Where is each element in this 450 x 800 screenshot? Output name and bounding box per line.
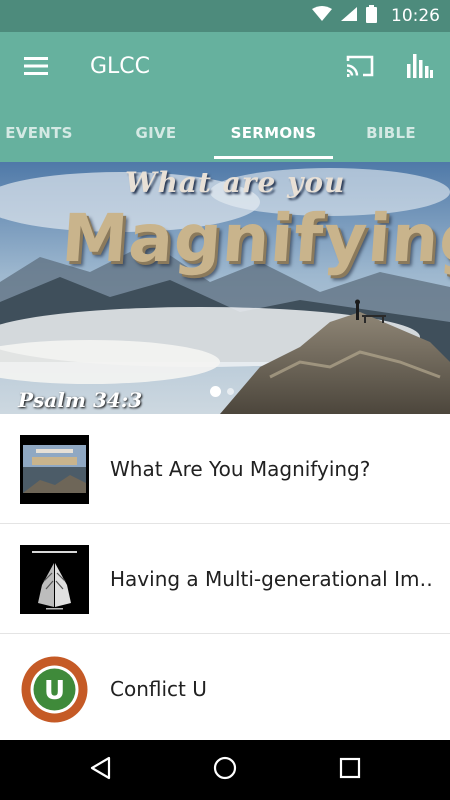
wifi-icon — [312, 6, 332, 26]
screen: 10:26 GLCC EVENTS GIVE SERMONS BIBLE Wha… — [0, 0, 450, 800]
bar-chart-icon — [407, 54, 433, 82]
system-nav-bar — [0, 740, 450, 800]
tab-sermons[interactable]: SERMONS — [214, 104, 333, 162]
status-time: 10:26 — [391, 6, 440, 26]
cast-button[interactable] — [336, 44, 384, 92]
recents-icon — [339, 757, 361, 783]
hero-tagline: What are you — [125, 166, 346, 199]
list-item[interactable]: Having a Multi-generational Im… — [0, 524, 450, 634]
list-item[interactable]: What Are You Magnifying? — [0, 414, 450, 524]
tab-label: SERMONS — [230, 124, 317, 142]
menu-button[interactable] — [12, 44, 60, 92]
pager-dots — [210, 386, 234, 397]
cast-icon — [345, 54, 375, 82]
hero-scripture-reference: Psalm 34:3 — [18, 388, 143, 412]
svg-text:U: U — [44, 676, 65, 706]
sermon-title: Conflict U — [110, 677, 207, 701]
home-icon — [213, 756, 237, 784]
tab-label: EVENTS — [5, 124, 73, 142]
tab-bar: EVENTS GIVE SERMONS BIBLE — [0, 104, 450, 162]
tab-events[interactable]: EVENTS — [0, 104, 94, 162]
home-button[interactable] — [201, 746, 249, 794]
recents-button[interactable] — [326, 746, 374, 794]
tab-label: BIBLE — [366, 124, 416, 142]
conflict-u-logo-thumbnail: U — [20, 655, 89, 724]
status-bar: 10:26 — [0, 0, 450, 32]
back-icon — [89, 756, 111, 784]
stats-button[interactable] — [396, 44, 444, 92]
menu-icon — [24, 57, 48, 79]
sermon-list: What Are You Magnifying? Having a Multi-… — [0, 414, 450, 744]
tab-bible[interactable]: BIBLE — [336, 104, 446, 162]
signal-icon — [340, 6, 358, 26]
app-title: GLCC — [90, 54, 151, 79]
pager-dot — [227, 388, 234, 395]
magnifying-thumbnail — [20, 435, 89, 504]
tab-give[interactable]: GIVE — [101, 104, 211, 162]
back-button[interactable] — [76, 746, 124, 794]
sermon-title: Having a Multi-generational Im… — [110, 567, 435, 591]
tab-indicator — [214, 156, 333, 159]
praying-hands-thumbnail — [20, 545, 89, 614]
list-item[interactable]: U Conflict U — [0, 634, 450, 744]
pager-dot-active — [210, 386, 221, 397]
tab-label: GIVE — [135, 124, 177, 142]
hero-title: Magnifying? — [59, 200, 450, 277]
hero-banner[interactable]: What are you Magnifying? Psalm 34:3 — [0, 162, 450, 414]
app-bar: GLCC — [0, 32, 450, 104]
sermon-title: What Are You Magnifying? — [110, 457, 371, 481]
battery-icon — [366, 5, 377, 27]
